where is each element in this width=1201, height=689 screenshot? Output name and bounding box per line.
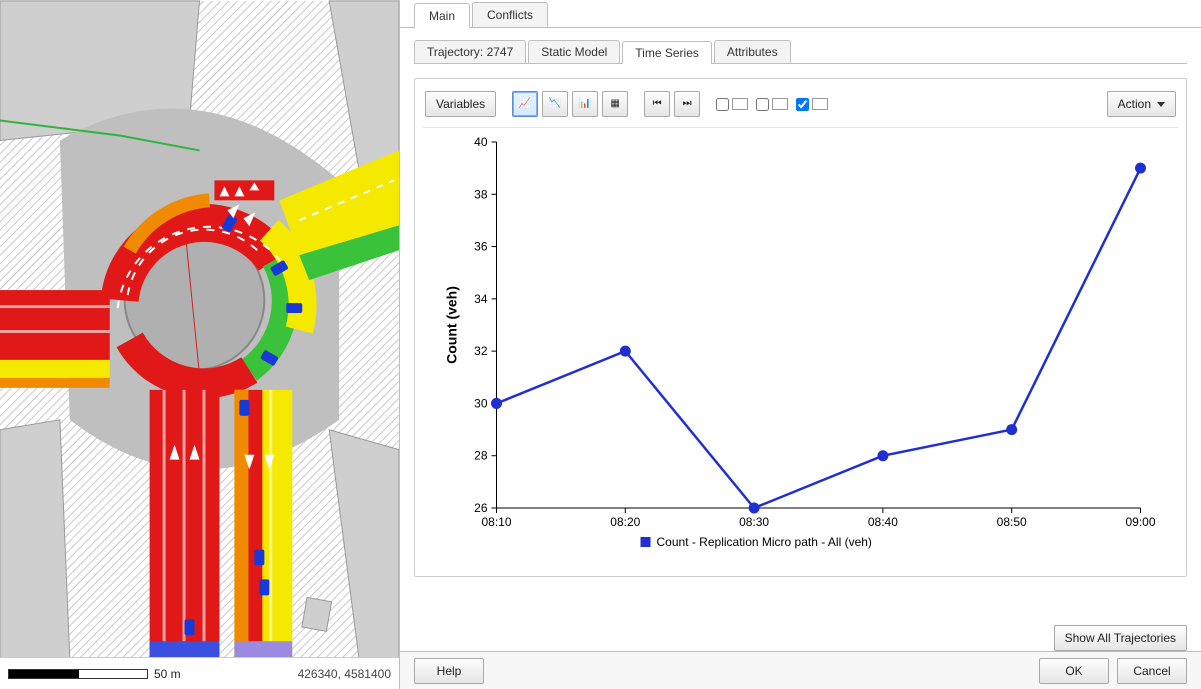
nav-first-icon[interactable]: ⏮	[644, 91, 670, 117]
scalebar: 50 m	[8, 667, 181, 681]
toggle-option-1[interactable]	[716, 98, 748, 111]
svg-text:Count (veh): Count (veh)	[444, 286, 460, 364]
scalebar-label: 50 m	[154, 667, 181, 681]
details-panel: Main Conflicts Trajectory: 2747 Static M…	[400, 0, 1201, 689]
svg-text:08:10: 08:10	[481, 515, 511, 529]
svg-text:34: 34	[474, 292, 488, 306]
chart-type-bar-icon[interactable]: 📊	[572, 91, 598, 117]
action-label: Action	[1118, 97, 1151, 111]
svg-text:28: 28	[474, 449, 488, 463]
toggle-option-1-checkbox[interactable]	[716, 98, 729, 111]
chart-type-grid-icon[interactable]: ▦	[602, 91, 628, 117]
svg-text:08:40: 08:40	[868, 515, 898, 529]
map-pane[interactable]: 50 m 426340, 4581400	[0, 0, 400, 689]
toggle-option-2-checkbox[interactable]	[756, 98, 769, 111]
chart-svg[interactable]: 26 28 30 32 34 36 38 40 08:10 08:20 08:30 08:40 08:5…	[423, 134, 1178, 564]
toggle-option-2[interactable]	[756, 98, 788, 111]
svg-text:36: 36	[474, 240, 488, 254]
subtab-static-model[interactable]: Static Model	[528, 40, 620, 63]
svg-text:26: 26	[474, 501, 488, 515]
svg-text:08:50: 08:50	[997, 515, 1027, 529]
calendar-icon	[732, 98, 748, 110]
nav-group: ⏮ ⏭	[644, 91, 700, 117]
subtab-time-series[interactable]: Time Series	[622, 41, 712, 64]
tab-conflicts[interactable]: Conflicts	[472, 2, 548, 27]
chart-toolbar: Variables 📈 📉 📊 ▦ ⏮ ⏭	[423, 87, 1178, 128]
toggle-option-3[interactable]	[796, 98, 828, 111]
markers-icon	[812, 98, 828, 110]
svg-text:Count - Replication Micro path: Count - Replication Micro path - All (ve…	[657, 535, 872, 549]
subtab-trajectory[interactable]: Trajectory: 2747	[414, 40, 526, 63]
svg-text:40: 40	[474, 135, 488, 149]
chart-area[interactable]: 26 28 30 32 34 36 38 40 08:10 08:20 08:30 08:40 08:5…	[423, 134, 1178, 564]
action-dropdown-button[interactable]: Action	[1107, 91, 1176, 117]
help-button[interactable]: Help	[414, 658, 484, 684]
nav-last-icon[interactable]: ⏭	[674, 91, 700, 117]
scalebar-bar	[8, 669, 148, 679]
svg-text:32: 32	[474, 344, 488, 358]
map-footer: 50 m 426340, 4581400	[0, 657, 399, 689]
chevron-down-icon	[1157, 102, 1165, 107]
display-toggle-group	[716, 98, 828, 111]
svg-text:08:20: 08:20	[610, 515, 640, 529]
show-all-trajectories-button[interactable]: Show All Trajectories	[1054, 625, 1187, 651]
map-canvas[interactable]	[0, 0, 399, 660]
tab-main[interactable]: Main	[414, 3, 470, 28]
sub-tabs: Trajectory: 2747 Static Model Time Serie…	[414, 38, 1187, 64]
chart-type-area-icon[interactable]: 📉	[542, 91, 568, 117]
dialog-button-bar: Help OK Cancel	[400, 651, 1201, 689]
subtab-attributes[interactable]: Attributes	[714, 40, 791, 63]
svg-text:38: 38	[474, 187, 488, 201]
svg-text:30: 30	[474, 396, 488, 410]
top-tabs: Main Conflicts	[400, 0, 1201, 28]
svg-text:08:30: 08:30	[739, 515, 769, 529]
line-icon	[772, 98, 788, 110]
svg-text:09:00: 09:00	[1125, 515, 1155, 529]
toggle-option-3-checkbox[interactable]	[796, 98, 809, 111]
chart-type-group: 📈 📉 📊 ▦	[512, 91, 628, 117]
ok-button[interactable]: OK	[1039, 658, 1109, 684]
variables-button[interactable]: Variables	[425, 91, 496, 117]
cancel-button[interactable]: Cancel	[1117, 658, 1187, 684]
chart-frame: Variables 📈 📉 📊 ▦ ⏮ ⏭	[414, 78, 1187, 577]
chart-type-line-icon[interactable]: 📈	[512, 91, 538, 117]
coordinates-readout: 426340, 4581400	[298, 667, 391, 681]
